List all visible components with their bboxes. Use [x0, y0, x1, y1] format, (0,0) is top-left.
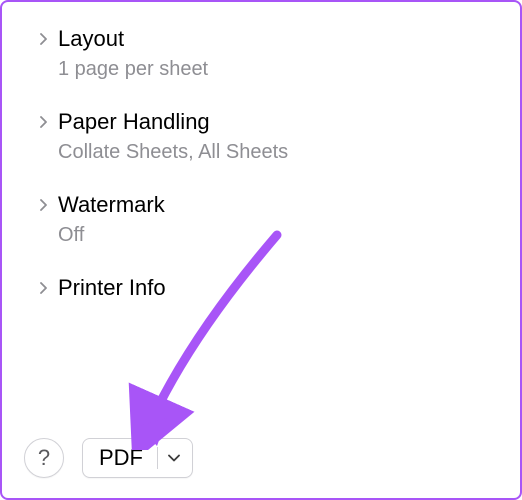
pdf-dropdown-button[interactable]: PDF [82, 438, 193, 478]
section-layout: Layout 1 page per sheet [58, 26, 490, 81]
pdf-button-label: PDF [83, 445, 157, 471]
print-options-list: Layout 1 page per sheet Paper Handling C… [58, 26, 490, 426]
chevron-right-icon [38, 282, 50, 294]
section-printer-info-header[interactable]: Printer Info [38, 275, 490, 301]
section-layout-header[interactable]: Layout [38, 26, 490, 52]
section-watermark-subtitle: Off [58, 224, 490, 247]
chevron-right-icon [38, 116, 50, 128]
section-paper-handling-subtitle: Collate Sheets, All Sheets [58, 141, 490, 164]
section-layout-title: Layout [58, 26, 124, 52]
help-icon: ? [38, 445, 50, 471]
section-paper-handling: Paper Handling Collate Sheets, All Sheet… [58, 109, 490, 164]
chevron-down-icon [158, 454, 192, 462]
section-watermark-title: Watermark [58, 192, 165, 218]
section-paper-handling-title: Paper Handling [58, 109, 210, 135]
section-paper-handling-header[interactable]: Paper Handling [38, 109, 490, 135]
bottom-toolbar: ? PDF [24, 438, 490, 478]
chevron-right-icon [38, 199, 50, 211]
chevron-right-icon [38, 33, 50, 45]
section-printer-info-title: Printer Info [58, 275, 166, 301]
section-layout-subtitle: 1 page per sheet [58, 58, 490, 81]
section-watermark: Watermark Off [58, 192, 490, 247]
section-printer-info: Printer Info [58, 275, 490, 301]
section-watermark-header[interactable]: Watermark [38, 192, 490, 218]
help-button[interactable]: ? [24, 438, 64, 478]
